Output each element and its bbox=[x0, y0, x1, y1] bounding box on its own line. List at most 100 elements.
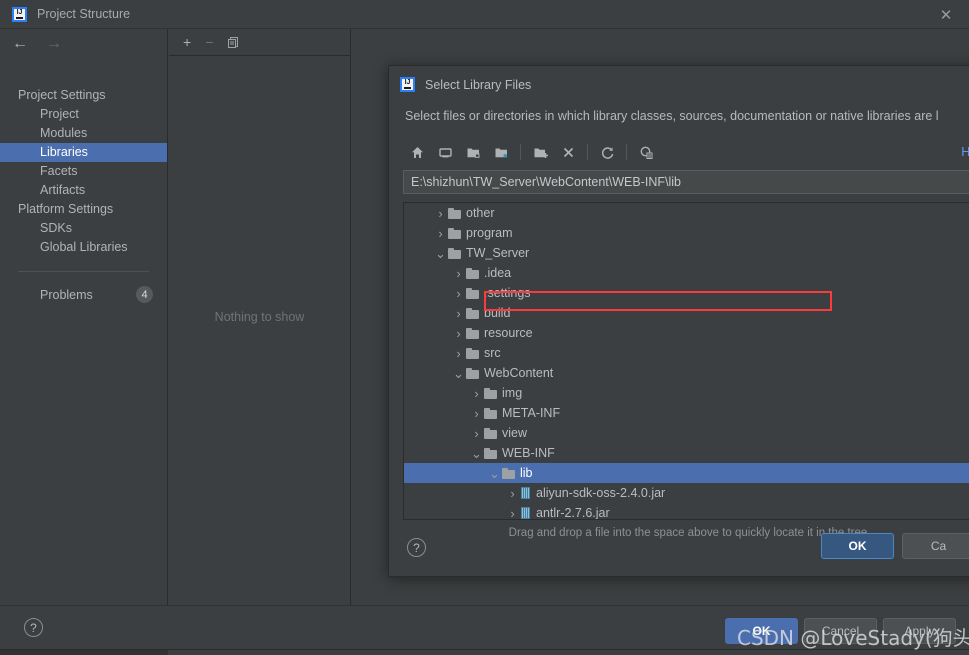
empty-state-text: Nothing to show bbox=[214, 310, 305, 324]
tree-row[interactable]: ⌄ WEB-INF bbox=[404, 443, 969, 463]
back-arrow-icon[interactable]: ← bbox=[12, 36, 28, 52]
sidebar-item-facets[interactable]: Facets bbox=[0, 162, 167, 181]
tree-row[interactable]: ⌄ TW_Server bbox=[404, 243, 969, 263]
sidebar-item-problems[interactable]: Problems 4 bbox=[0, 285, 167, 304]
folder-icon bbox=[448, 247, 461, 259]
home-icon[interactable] bbox=[403, 145, 431, 160]
chevron-down-icon[interactable]: ⌄ bbox=[434, 247, 447, 260]
jar-file-icon bbox=[521, 507, 530, 519]
chevron-down-icon[interactable]: ⌄ bbox=[488, 467, 501, 480]
nav-group-project-settings: Project Settings bbox=[18, 88, 106, 102]
refresh-icon[interactable] bbox=[593, 145, 621, 160]
tree-row-label: view bbox=[502, 426, 528, 440]
tree-row-label: resource bbox=[484, 326, 533, 340]
chevron-right-icon[interactable]: › bbox=[434, 226, 447, 241]
chevron-right-icon[interactable]: › bbox=[452, 266, 465, 281]
tree-row-label: WEB-INF bbox=[502, 446, 555, 460]
sidebar-item-project[interactable]: Project bbox=[0, 105, 167, 124]
dialog-titlebar: Select Library Files bbox=[389, 66, 969, 103]
toolbar-divider bbox=[520, 144, 521, 160]
sidebar-item-artifacts[interactable]: Artifacts bbox=[0, 181, 167, 200]
show-hidden-icon[interactable] bbox=[632, 145, 660, 160]
tree-row-label: META-INF bbox=[502, 406, 561, 420]
chevron-right-icon[interactable]: › bbox=[506, 486, 519, 501]
chevron-right-icon[interactable]: › bbox=[452, 306, 465, 321]
chevron-right-icon[interactable]: › bbox=[470, 386, 483, 401]
help-icon[interactable]: ? bbox=[24, 618, 43, 637]
tree-row[interactable]: › META-INF bbox=[404, 403, 969, 423]
window-title: Project Structure bbox=[37, 7, 131, 21]
chevron-down-icon[interactable]: ⌄ bbox=[470, 447, 483, 460]
libraries-list-pane: + − Nothing to show bbox=[169, 29, 351, 605]
dialog-description: Select files or directories in which lib… bbox=[405, 109, 939, 123]
tree-row[interactable]: › build bbox=[404, 303, 969, 323]
tree-row-label: program bbox=[466, 226, 513, 240]
chevron-right-icon[interactable]: › bbox=[506, 506, 519, 520]
tree-row[interactable]: › .settings bbox=[404, 283, 969, 303]
tree-row[interactable]: › src bbox=[404, 343, 969, 363]
tree-row[interactable]: › aliyun-sdk-oss-2.4.0.jar bbox=[404, 483, 969, 503]
jar-file-icon bbox=[521, 487, 530, 499]
dialog-help-icon[interactable]: ? bbox=[407, 538, 426, 557]
chevron-right-icon[interactable]: › bbox=[434, 206, 447, 221]
tree-row-label: .idea bbox=[484, 266, 512, 280]
hide-path-link[interactable]: Hi bbox=[961, 145, 969, 159]
chevron-right-icon[interactable]: › bbox=[452, 326, 465, 341]
forward-arrow-icon[interactable]: → bbox=[46, 36, 62, 52]
tree-row-label: build bbox=[484, 306, 511, 320]
path-input[interactable]: E:\shizhun\TW_Server\WebContent\WEB-INF\… bbox=[403, 170, 969, 194]
sidebar-item-modules[interactable]: Modules bbox=[0, 124, 167, 143]
folder-icon bbox=[484, 387, 497, 399]
tree-row-label: img bbox=[502, 386, 523, 400]
tree-row-label: .settings bbox=[484, 286, 531, 300]
module-folder-icon[interactable] bbox=[487, 145, 515, 160]
new-folder-icon[interactable] bbox=[526, 145, 554, 160]
sidebar-item-sdks[interactable]: SDKs bbox=[0, 219, 167, 238]
tree-row-label: aliyun-sdk-oss-2.4.0.jar bbox=[536, 486, 666, 500]
tree-row[interactable]: › view bbox=[404, 423, 969, 443]
sidebar-item-libraries[interactable]: Libraries bbox=[0, 143, 167, 162]
close-icon[interactable]: ✕ bbox=[923, 0, 969, 29]
dialog-title: Select Library Files bbox=[425, 77, 532, 92]
tree-row[interactable]: ⌄ WebContent bbox=[404, 363, 969, 383]
select-library-files-dialog: Select Library Files Select files or dir… bbox=[388, 65, 969, 577]
chevron-down-icon[interactable]: ⌄ bbox=[452, 367, 465, 380]
file-chooser-toolbar: Hi bbox=[389, 137, 969, 167]
file-tree[interactable]: › other › program ⌄ TW_Server › .idea › .settings… bbox=[403, 202, 969, 520]
settings-nav-pane: ← → Project Settings Project Modules Lib… bbox=[0, 29, 168, 605]
desktop-icon[interactable] bbox=[431, 145, 459, 160]
delete-icon[interactable] bbox=[554, 145, 582, 160]
nav-history-controls: ← → bbox=[0, 29, 167, 59]
chevron-right-icon[interactable]: › bbox=[452, 346, 465, 361]
dialog-ok-button[interactable]: OK bbox=[821, 533, 894, 559]
watermark: CSDN @LoveStady(狗头) bbox=[737, 626, 969, 650]
tree-row-label: other bbox=[466, 206, 495, 220]
tree-row-label: lib bbox=[520, 466, 533, 480]
folder-icon bbox=[484, 427, 497, 439]
tree-row[interactable]: › program bbox=[404, 223, 969, 243]
tree-row-label: antlr-2.7.6.jar bbox=[536, 506, 610, 520]
tree-row-label: src bbox=[484, 346, 501, 360]
tree-row[interactable]: › other bbox=[404, 203, 969, 223]
dialog-bottom-bar: ? OK Ca bbox=[389, 519, 969, 576]
folder-icon bbox=[448, 227, 461, 239]
tree-row[interactable]: ⌄ lib bbox=[404, 463, 969, 483]
chevron-right-icon[interactable]: › bbox=[452, 286, 465, 301]
folder-icon bbox=[466, 347, 479, 359]
folder-icon bbox=[466, 287, 479, 299]
tree-row[interactable]: › resource bbox=[404, 323, 969, 343]
tree-row[interactable]: › .idea bbox=[404, 263, 969, 283]
chevron-right-icon[interactable]: › bbox=[470, 426, 483, 441]
sidebar-item-global-libraries[interactable]: Global Libraries bbox=[0, 238, 167, 257]
dialog-cancel-button[interactable]: Ca bbox=[902, 533, 969, 559]
folder-icon bbox=[484, 407, 497, 419]
settings-nav-list: Project Settings Project Modules Librari… bbox=[0, 59, 167, 304]
tree-row-label: TW_Server bbox=[466, 246, 530, 260]
tree-row[interactable]: › img bbox=[404, 383, 969, 403]
chevron-right-icon[interactable]: › bbox=[470, 406, 483, 421]
folder-icon bbox=[466, 267, 479, 279]
nav-divider bbox=[18, 271, 149, 272]
tree-row-label: WebContent bbox=[484, 366, 554, 380]
tree-row[interactable]: › antlr-2.7.6.jar bbox=[404, 503, 969, 520]
project-folder-icon[interactable] bbox=[459, 145, 487, 160]
